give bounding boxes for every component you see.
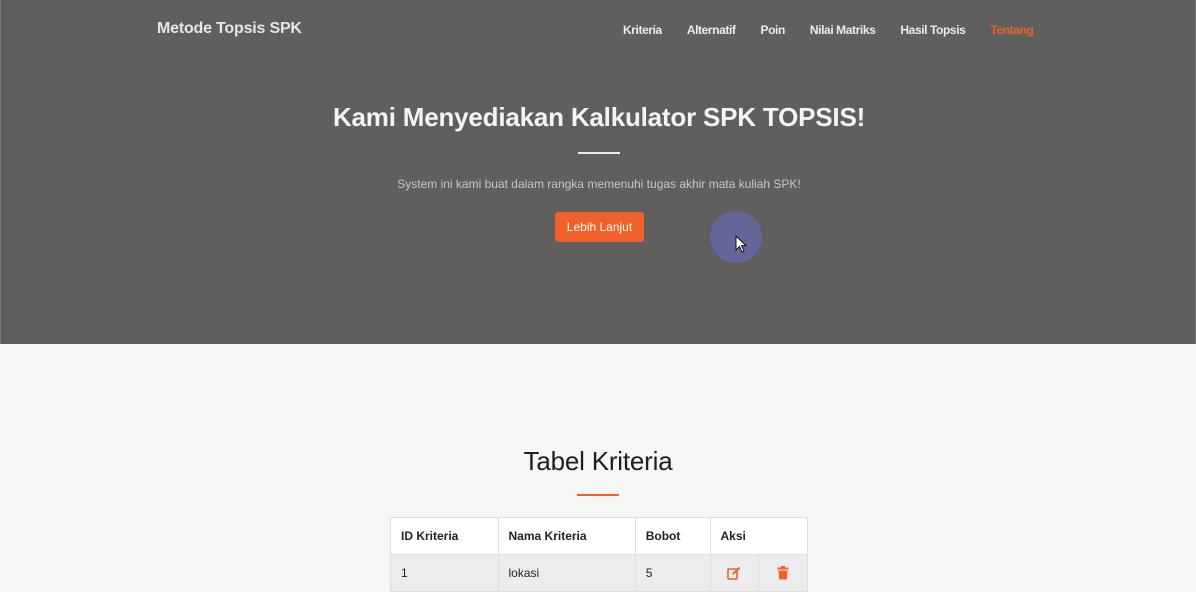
hero-subtitle: System ini kami buat dalam rangka memenu… [397,177,801,191]
nav-link-nilai-matriks[interactable]: Nilai Matriks [810,23,876,37]
hero-divider [578,152,620,154]
brand-logo[interactable]: Metode Topsis SPK [157,20,302,38]
mouse-cursor-icon [735,235,747,253]
trash-icon[interactable] [777,566,789,580]
kriteria-table: ID Kriteria Nama Kriteria Bobot Aksi 1 l… [390,517,809,592]
edit-action[interactable] [709,554,760,592]
edit-icon[interactable] [727,566,741,581]
nav-link-hasil-topsis[interactable]: Hasil Topsis [900,23,965,37]
section-divider [577,494,619,496]
column-header-bobot: Bobot [634,517,711,555]
hero-section: Metode Topsis SPK Kriteria Alternatif Po… [0,0,1196,344]
nav-link-alternatif[interactable]: Alternatif [687,23,736,37]
table-header-row: ID Kriteria Nama Kriteria Bobot Aksi [390,517,809,555]
section-title: Tabel Kriteria [523,446,673,476]
cell-bobot: 5 [634,554,711,592]
table-row: 1 lokasi 5 [390,554,808,592]
column-header-aksi: Aksi [709,517,809,555]
cell-id: 1 [390,554,499,592]
main-nav: Kriteria Alternatif Poin Nilai Matriks H… [623,23,1058,37]
hero-title: Kami Menyediakan Kalkulator SPK TOPSIS! [332,102,866,132]
nav-link-kriteria[interactable]: Kriteria [623,23,662,37]
column-header-nama: Nama Kriteria [497,517,636,555]
nav-link-tentang[interactable]: Tentang [990,23,1033,37]
column-header-id: ID Kriteria [390,517,499,555]
lebih-lanjut-button[interactable]: Lebih Lanjut [555,212,644,242]
delete-action[interactable] [758,554,808,592]
nav-link-poin[interactable]: Poin [761,23,786,37]
cell-nama: lokasi [497,554,636,592]
